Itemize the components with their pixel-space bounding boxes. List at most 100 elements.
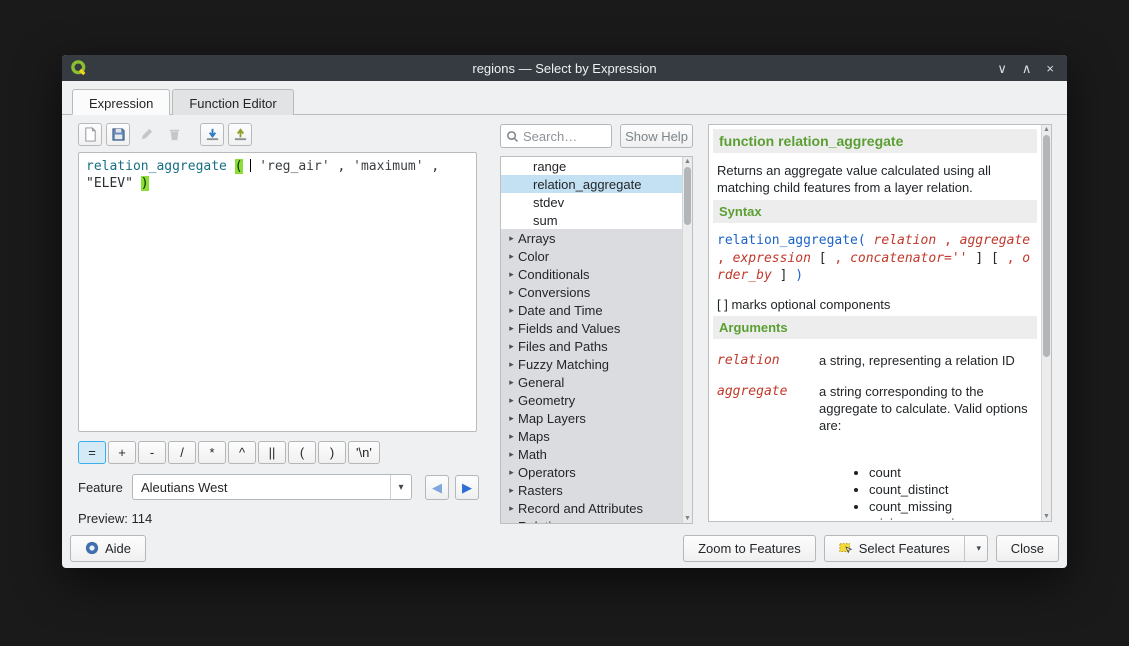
expand-arrow-icon[interactable]: ▸ (505, 305, 518, 316)
preview-row: Preview: 114 (78, 511, 152, 526)
function-list-item[interactable]: ▸ Geometry (501, 391, 682, 409)
operator-button[interactable]: - (138, 441, 166, 464)
chevron-down-icon[interactable]: ▾ (390, 475, 411, 499)
expand-arrow-icon[interactable]: ▸ (505, 269, 518, 280)
import-expressions-button[interactable] (200, 123, 224, 146)
expression-segment (250, 159, 251, 172)
rollup-button[interactable]: ∨ (997, 62, 1007, 75)
search-box[interactable] (500, 124, 612, 148)
select-features-button[interactable]: Select Features ▾ (824, 535, 988, 562)
scroll-down-icon[interactable]: ▼ (1042, 513, 1051, 520)
function-list-item[interactable]: ▸ Relations (501, 517, 682, 524)
help-description: Returns an aggregate value calculated us… (717, 162, 1033, 196)
expand-arrow-icon[interactable]: ▸ (505, 323, 518, 334)
expand-arrow-icon[interactable]: ▸ (505, 449, 518, 460)
expand-arrow-icon[interactable]: ▸ (505, 485, 518, 496)
operator-button[interactable]: ) (318, 441, 346, 464)
function-list-item-label: range (518, 159, 566, 174)
function-list-item[interactable]: ▸ Maps (501, 427, 682, 445)
delete-expression-button[interactable] (162, 123, 186, 146)
select-by-expression-dialog: regions — Select by Expression ∨ ∧ × Exp… (62, 55, 1067, 568)
close-button[interactable]: Close (996, 535, 1059, 562)
select-features-icon (839, 541, 853, 555)
expand-arrow-icon[interactable]: ▸ (505, 521, 518, 525)
scroll-up-icon[interactable]: ▲ (683, 158, 692, 165)
function-list-item[interactable]: ▸ sum (501, 211, 682, 229)
function-list-item[interactable]: ▸ range (501, 157, 682, 175)
function-list-item[interactable]: ▸ Fields and Values (501, 319, 682, 337)
expand-arrow-icon[interactable]: ▸ (505, 341, 518, 352)
previous-feature-button[interactable]: ◀ (425, 475, 449, 500)
tab-function-editor[interactable]: Function Editor (172, 89, 293, 115)
function-list-item[interactable]: ▸ Rasters (501, 481, 682, 499)
help-scrollbar[interactable]: ▲ ▼ (1041, 125, 1051, 521)
function-list-item[interactable]: ▸ Color (501, 247, 682, 265)
expression-segment: 'reg_air' (259, 159, 329, 174)
syntax-segment: relation_aggregate( (717, 233, 866, 248)
operator-button[interactable]: * (198, 441, 226, 464)
expand-arrow-icon[interactable]: ▸ (505, 233, 518, 244)
function-list-item[interactable]: ▸ Fuzzy Matching (501, 355, 682, 373)
search-input[interactable] (523, 129, 607, 144)
new-expression-button[interactable] (78, 123, 102, 146)
scroll-down-icon[interactable]: ▼ (683, 515, 692, 522)
help-button[interactable]: Aide (70, 535, 146, 562)
titlebar[interactable]: regions — Select by Expression ∨ ∧ × (62, 55, 1067, 81)
trash-icon (167, 127, 182, 142)
function-list-item[interactable]: ▸ Arrays (501, 229, 682, 247)
function-list-item-label: Conditionals (518, 267, 590, 282)
function-list-item[interactable]: ▸ Math (501, 445, 682, 463)
function-list-item-label: Map Layers (518, 411, 586, 426)
function-list-item[interactable]: ▸ Files and Paths (501, 337, 682, 355)
function-list-item[interactable]: ▸ Operators (501, 463, 682, 481)
expand-arrow-icon[interactable]: ▸ (505, 413, 518, 424)
select-features-dropdown-arrow[interactable]: ▾ (971, 543, 987, 554)
maximize-button[interactable]: ∧ (1022, 62, 1032, 75)
scroll-up-icon[interactable]: ▲ (1042, 126, 1051, 133)
expression-editor[interactable]: relation_aggregate ( 'reg_air' , 'maximu… (78, 152, 477, 432)
operator-button[interactable]: ^ (228, 441, 256, 464)
scrollbar-thumb[interactable] (684, 167, 691, 225)
operator-button[interactable]: / (168, 441, 196, 464)
expand-arrow-icon[interactable]: ▸ (505, 503, 518, 514)
qgis-logo-icon (70, 59, 88, 77)
syntax-segment: [ (819, 251, 827, 266)
function-list-item[interactable]: ▸ relation_aggregate (501, 175, 682, 193)
close-window-button[interactable]: × (1046, 62, 1054, 75)
function-list-item[interactable]: ▸ General (501, 373, 682, 391)
operator-button[interactable]: '\n' (348, 441, 380, 464)
operator-button[interactable]: ( (288, 441, 316, 464)
function-list-scrollbar[interactable]: ▲ ▼ (682, 157, 692, 523)
operator-button[interactable]: = (78, 441, 106, 464)
function-list-item[interactable]: ▸ Record and Attributes (501, 499, 682, 517)
function-list-item[interactable]: ▸ Conversions (501, 283, 682, 301)
operator-button[interactable]: || (258, 441, 286, 464)
function-list-item[interactable]: ▸ Conditionals (501, 265, 682, 283)
show-help-button[interactable]: Show Help (620, 124, 693, 148)
save-expression-button[interactable] (106, 123, 130, 146)
tab-expression[interactable]: Expression (72, 89, 170, 115)
function-list-item[interactable]: ▸ Date and Time (501, 301, 682, 319)
next-feature-button[interactable]: ▶ (455, 475, 479, 500)
expand-arrow-icon[interactable]: ▸ (505, 377, 518, 388)
expand-arrow-icon[interactable]: ▸ (505, 467, 518, 478)
export-expressions-button[interactable] (228, 123, 252, 146)
operator-button[interactable]: + (108, 441, 136, 464)
function-list-item[interactable]: ▸ Map Layers (501, 409, 682, 427)
pencil-icon (139, 127, 154, 142)
zoom-to-features-button[interactable]: Zoom to Features (683, 535, 816, 562)
scrollbar-thumb[interactable] (1043, 135, 1050, 357)
feature-combobox[interactable]: Aleutians West ▾ (132, 474, 412, 500)
expression-segment: ( (235, 159, 243, 174)
expand-arrow-icon[interactable]: ▸ (505, 359, 518, 370)
edit-expression-button[interactable] (134, 123, 158, 146)
expand-arrow-icon[interactable]: ▸ (505, 431, 518, 442)
aggregate-option: count_missing (869, 499, 1041, 514)
syntax-segment: aggregate (960, 233, 1030, 248)
expand-arrow-icon[interactable]: ▸ (505, 395, 518, 406)
function-list-item[interactable]: ▸ stdev (501, 193, 682, 211)
argument-row: relation a string, representing a relati… (717, 353, 1033, 370)
expand-arrow-icon[interactable]: ▸ (505, 251, 518, 262)
expand-arrow-icon[interactable]: ▸ (505, 287, 518, 298)
feature-combobox-value: Aleutians West (141, 480, 227, 495)
